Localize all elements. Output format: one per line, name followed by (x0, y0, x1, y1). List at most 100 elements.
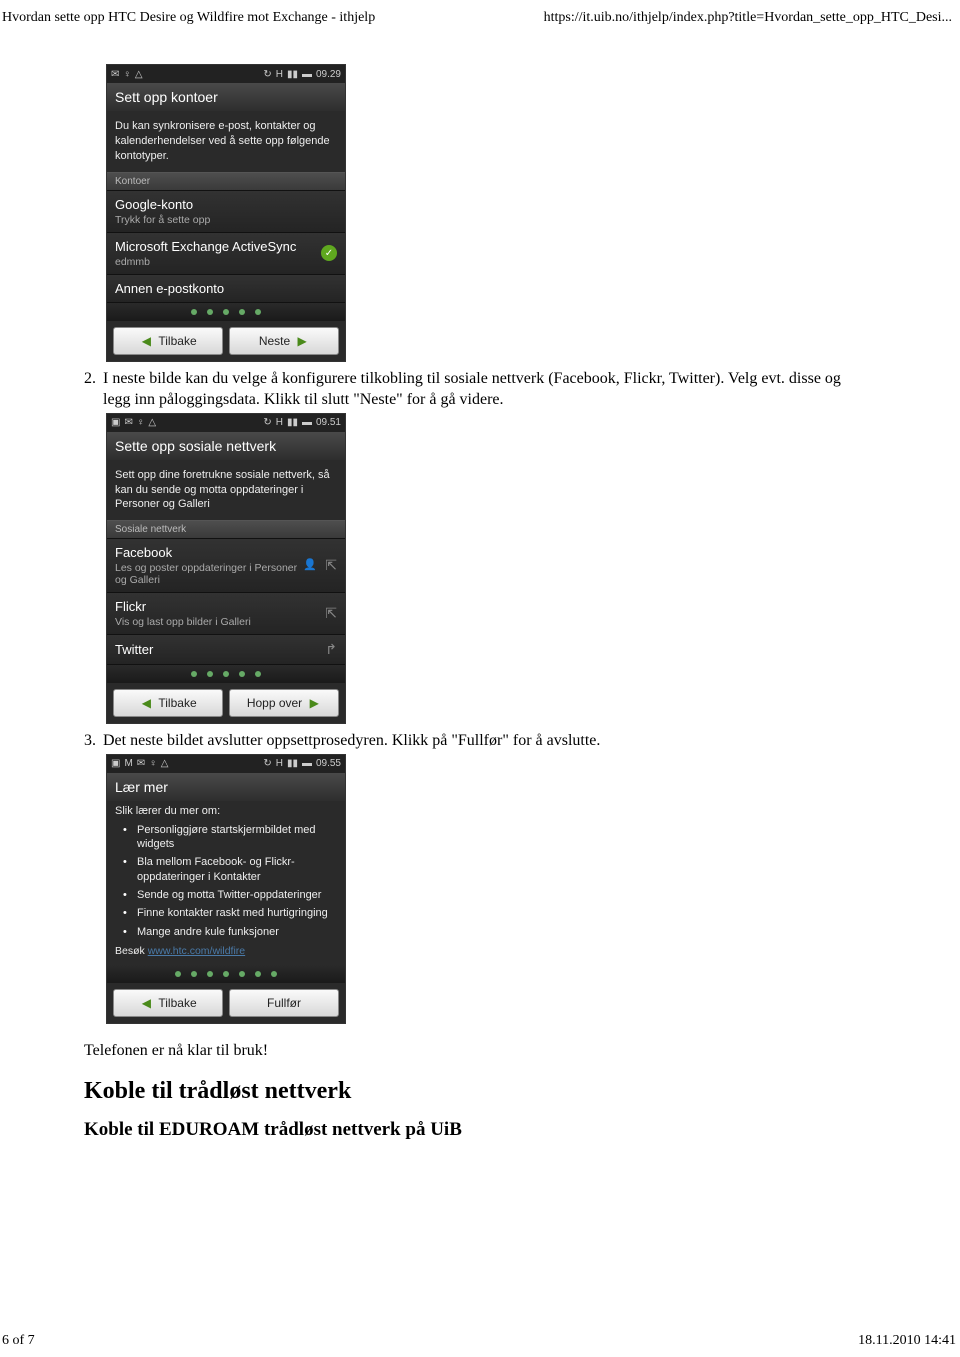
section-heading-wifi: Koble til trådløst nettverk (84, 1078, 860, 1105)
account-title: Microsoft Exchange ActiveSync (115, 239, 321, 254)
signal-icon: ▮▮ (287, 69, 298, 80)
status-bar: ✉ ♀ △ ↻ H ▮▮ ▬ 09.29 (107, 65, 345, 83)
page-number: 6 of 7 (2, 1333, 35, 1349)
account-title: Facebook (115, 545, 303, 560)
skip-button[interactable]: Hopp over ▶ (229, 689, 339, 717)
account-title: Google-konto (115, 197, 337, 212)
phone-title: Sette opp sosiale nettverk (107, 432, 345, 460)
skip-label: Hopp over (247, 696, 302, 710)
back-button[interactable]: ◀ Tilbake (113, 989, 223, 1017)
account-facebook[interactable]: Facebook Les og poster oppdateringer i P… (107, 539, 345, 593)
status-bar: ▣ ✉ ♀ △ ↻ H ▮▮ ▬ 09.51 (107, 414, 345, 432)
phone-screenshot-2: ▣ ✉ ♀ △ ↻ H ▮▮ ▬ 09.51 Sette opp sosiale… (106, 413, 346, 725)
arrow-left-icon: ◀ (139, 696, 153, 710)
step-3: 3. Det neste bildet avslutter oppsettpro… (84, 730, 860, 752)
arrow-expand-icon: ⇱ (325, 605, 337, 622)
account-sub: edmmb (115, 256, 321, 268)
account-sub: Les og poster oppdateringer i Personer o… (115, 562, 303, 586)
phone-screenshot-1: ✉ ♀ △ ↻ H ▮▮ ▬ 09.29 Sett opp kontoer Du… (106, 64, 346, 362)
arrow-right-icon: ▶ (307, 696, 321, 710)
page-dots (107, 965, 345, 983)
main-content: ✉ ♀ △ ↻ H ▮▮ ▬ 09.29 Sett opp kontoer Du… (0, 34, 860, 1141)
battery-icon: ▬ (302, 758, 312, 769)
account-exchange[interactable]: Microsoft Exchange ActiveSync edmmb ✓ (107, 233, 345, 275)
learn-item: Sende og motta Twitter-oppdateringer (127, 886, 337, 904)
account-title: Twitter (115, 642, 325, 657)
learn-item: Bla mellom Facebook- og Flickr-oppdateri… (127, 853, 337, 886)
learn-item: Mange andre kule funksjoner (127, 923, 337, 941)
arrow-left-icon: ◀ (139, 334, 153, 348)
section-label: Sosiale nettverk (107, 520, 345, 539)
mail-icon: ✉ (124, 417, 132, 428)
page-footer: 6 of 7 18.11.2010 14:41 (2, 1333, 956, 1349)
phone-title: Lær mer (107, 773, 345, 801)
account-twitter[interactable]: Twitter ↱ (107, 635, 345, 665)
sync-indicator-icon: ↻ (263, 417, 271, 428)
phone-subtitle: Sett opp dine foretrukne sosiale nettver… (107, 460, 345, 521)
page-dots (107, 665, 345, 683)
warning-icon: △ (135, 69, 143, 80)
header-url: https://it.uib.no/ithjelp/index.php?titl… (544, 10, 952, 26)
status-time: 09.51 (316, 417, 341, 428)
phone-title: Sett opp kontoer (107, 83, 345, 111)
battery-icon: ▬ (302, 69, 312, 80)
signal-icon: ▮▮ (287, 758, 298, 769)
page-dots (107, 303, 345, 321)
account-flickr[interactable]: Flickr Vis og last opp bilder i Galleri … (107, 593, 345, 635)
arrow-expand-icon: ↱ (325, 641, 337, 658)
arrow-expand-icon: ⇱ (325, 557, 337, 574)
home-icon: ▣ (111, 758, 120, 769)
visit-link[interactable]: www.htc.com/wildfire (148, 945, 245, 957)
visit-label: Besøk (115, 945, 145, 957)
sync-icon: ♀ (137, 417, 145, 428)
status-bar: ▣ M ✉ ♀ △ ↻ H ▮▮ ▬ 09.55 (107, 755, 345, 773)
account-title: Annen e-postkonto (115, 281, 337, 296)
back-label: Tilbake (158, 996, 196, 1010)
step-number: 3. (84, 730, 99, 752)
step-text: Det neste bildet avslutter oppsettprosed… (103, 730, 600, 752)
learn-intro: Slik lærer du mer om: (115, 805, 337, 817)
header-title: Hvordan sette opp HTC Desire og Wildfire… (2, 10, 375, 26)
arrow-left-icon: ◀ (139, 996, 153, 1010)
finish-button[interactable]: Fullfør (229, 989, 339, 1017)
step-text: I neste bilde kan du velge å konfigurere… (103, 368, 860, 411)
finish-label: Fullfør (267, 996, 301, 1010)
phone-subtitle: Du kan synkronisere e-post, kontakter og… (107, 111, 345, 172)
conclusion-text: Telefonen er nå klar til bruk! (84, 1042, 860, 1060)
sync-icon: ♀ (149, 758, 157, 769)
learn-more-list: Slik lærer du mer om: Personliggjøre sta… (107, 801, 345, 965)
account-other-email[interactable]: Annen e-postkonto (107, 275, 345, 303)
chat-icon: M (124, 758, 132, 769)
sync-indicator-icon: ↻ (263, 758, 271, 769)
account-sub: Trykk for å sette opp (115, 214, 337, 226)
account-title: Flickr (115, 599, 325, 614)
step-number: 2. (84, 368, 99, 411)
back-label: Tilbake (158, 696, 196, 710)
warning-icon: △ (148, 417, 156, 428)
status-time: 09.55 (316, 758, 341, 769)
battery-icon: ▬ (302, 417, 312, 428)
arrow-right-icon: ▶ (295, 334, 309, 348)
next-button[interactable]: Neste ▶ (229, 327, 339, 355)
print-timestamp: 18.11.2010 14:41 (858, 1333, 956, 1349)
network-icon: H (276, 417, 283, 428)
account-google[interactable]: Google-konto Trykk for å sette opp (107, 191, 345, 233)
signal-icon: ▮▮ (287, 417, 298, 428)
back-label: Tilbake (158, 334, 196, 348)
sync-indicator-icon: ↻ (263, 69, 271, 80)
mail-icon: ✉ (137, 758, 145, 769)
page-header: Hvordan sette opp HTC Desire og Wildfire… (0, 0, 960, 34)
back-button[interactable]: ◀ Tilbake (113, 327, 223, 355)
network-icon: H (276, 758, 283, 769)
status-time: 09.29 (316, 69, 341, 80)
phone-screenshot-3: ▣ M ✉ ♀ △ ↻ H ▮▮ ▬ 09.55 Lær mer Slik læ… (106, 754, 346, 1024)
home-icon: ▣ (111, 417, 120, 428)
learn-item: Finne kontakter raskt med hurtigringing (127, 904, 337, 922)
warning-icon: △ (161, 758, 169, 769)
back-button[interactable]: ◀ Tilbake (113, 689, 223, 717)
person-icon: 👤 (303, 558, 319, 574)
next-label: Neste (259, 334, 290, 348)
step-2: 2. I neste bilde kan du velge å konfigur… (84, 368, 860, 411)
account-sub: Vis og last opp bilder i Galleri (115, 616, 325, 628)
mail-icon: ✉ (111, 69, 119, 80)
